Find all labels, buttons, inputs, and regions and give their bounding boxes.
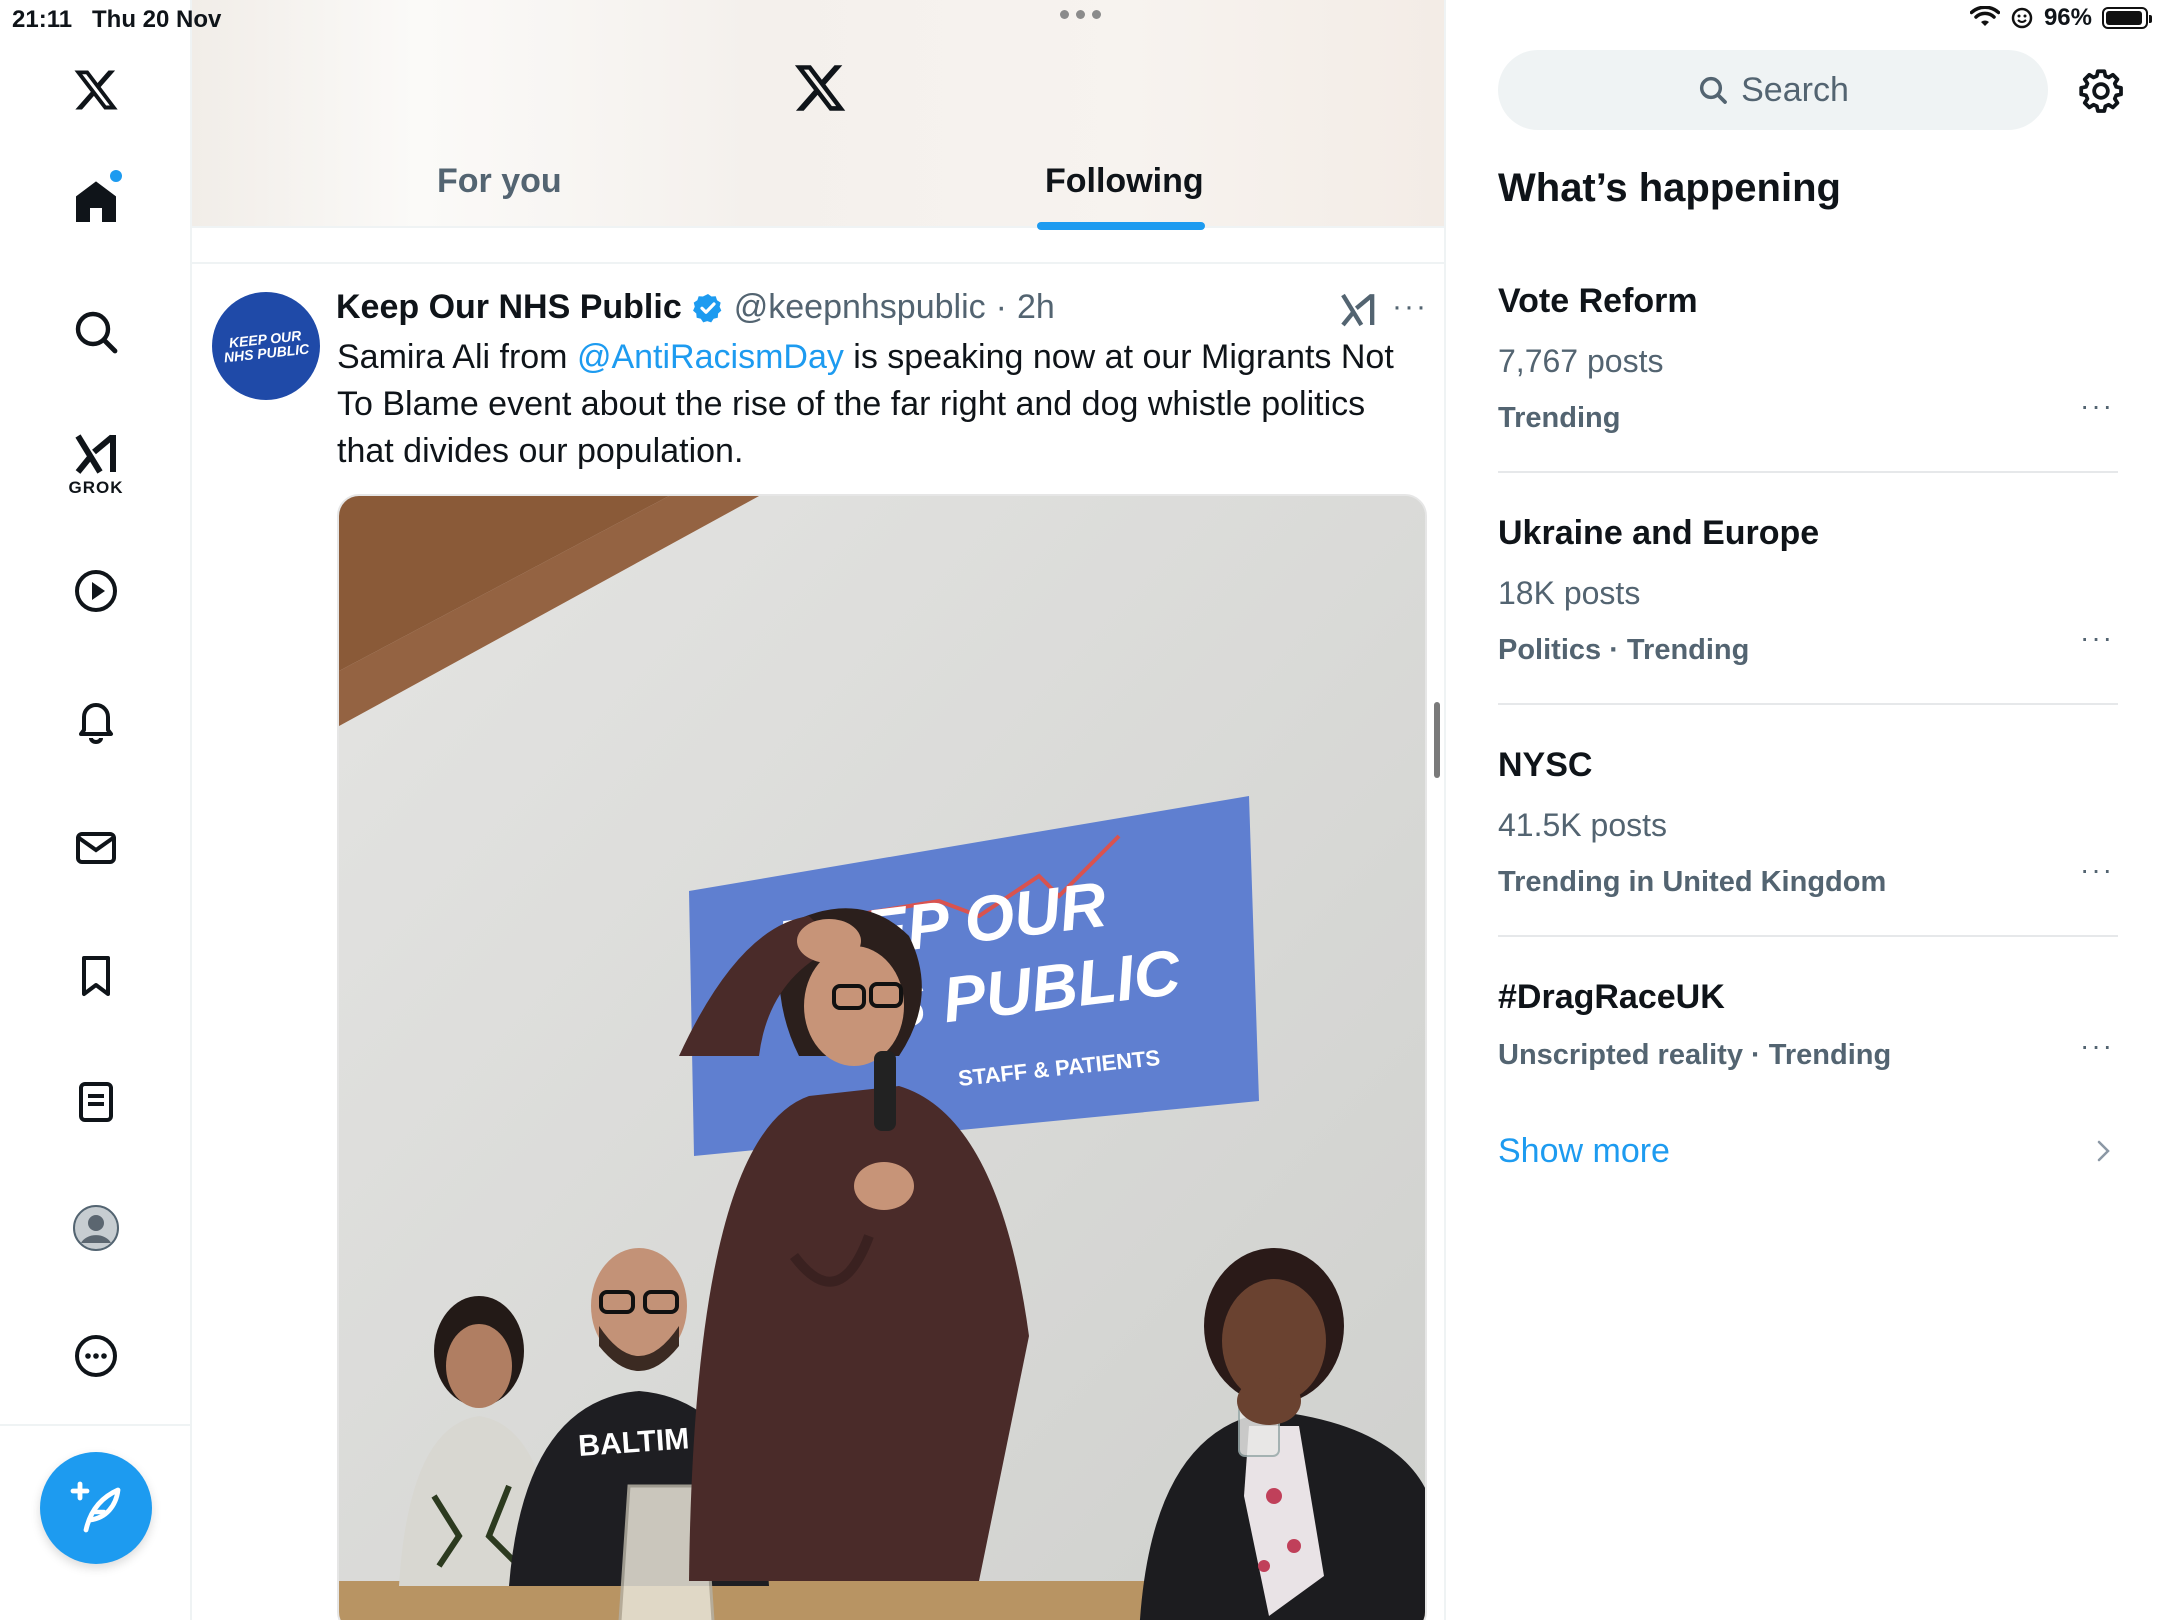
notifications-bell-icon[interactable] [60,684,132,756]
compose-feather-plus-icon [70,1481,121,1533]
status-bar: 21:11 Thu 20 Nov 96% [0,0,2160,40]
tweet-more-options-icon[interactable]: ··· [1392,290,1428,324]
lists-icon[interactable] [60,1066,132,1138]
trend-divider [1498,703,2118,705]
trend-more-icon[interactable]: ··· [2080,854,2114,886]
chevron-right-icon [2097,1140,2110,1162]
video-play-icon[interactable] [60,555,132,627]
home-notification-dot [110,170,122,182]
home-icon[interactable] [60,166,132,238]
tweet-text-start: Samira Ali from [337,338,577,376]
trend-post-count: 7,767 posts [1498,343,1664,379]
trend-divider [1498,935,2118,937]
tweet-photo[interactable]: KEEP OUR NHS PUBLIC STAFF & PATIENTS BAL… [337,494,1427,1620]
meta-separator: · [995,288,1007,326]
tweet-text: Samira Ali from @AntiRacismDay is speaki… [337,334,1397,475]
search-input[interactable]: Search [1498,50,2048,130]
wifi-icon [1969,6,2000,26]
trend-post-count: 18K posts [1498,575,1641,611]
trend-title: NYSC [1498,746,1593,784]
scrollbar-thumb[interactable] [1434,702,1440,778]
search-icon [1700,76,1727,104]
trend-item[interactable]: Ukraine and Europe 18K posts Politics · … [1498,514,2118,667]
trend-context: Trending [1498,402,1621,434]
author-handle[interactable]: @keepnhspublic [734,288,986,327]
battery-icon [2102,7,2152,29]
settings-gear-icon[interactable] [2076,66,2126,116]
trend-title: Vote Reform [1498,282,1698,320]
mention-link[interactable]: @AntiRacismDay [577,338,844,376]
trend-post-count: 41.5K posts [1498,807,1667,843]
trend-more-icon[interactable]: ··· [2080,1030,2114,1062]
author-name[interactable]: Keep Our NHS Public [336,288,682,327]
messages-envelope-icon[interactable] [60,812,132,884]
timeline-column: For you Following KEEP OUR NHS PUBLIC Ke… [192,0,1446,1620]
explore-search-icon[interactable] [60,296,132,368]
bookmarks-icon[interactable] [60,940,132,1012]
feed-separator [192,262,1444,264]
trend-more-icon[interactable]: ··· [2080,390,2114,422]
trend-title: Ukraine and Europe [1498,514,1820,552]
status-right: 96% [1969,4,2152,32]
tweet-header: Keep Our NHS Public @keepnhspublic · 2h [336,288,1055,327]
trend-item[interactable]: #DragRaceUK Unscripted reality · Trendin… [1498,978,2118,1072]
x-logo-icon[interactable] [60,54,132,126]
trend-item[interactable]: NYSC 41.5K posts Trending in United King… [1498,746,2118,899]
multitasking-dots-icon[interactable] [1060,10,1101,19]
profile-avatar-icon[interactable] [60,1192,132,1264]
trend-item[interactable]: Vote Reform 7,767 posts Trending ··· [1498,282,2118,435]
trend-divider [1498,471,2118,473]
tweet-timestamp[interactable]: 2h [1017,288,1055,327]
more-options-icon[interactable] [60,1320,132,1392]
whats-happening-title: What’s happening [1498,166,1841,210]
trend-context: Trending in United Kingdom [1498,866,1887,898]
status-time: 21:11 [12,6,73,33]
avatar-logo-text: KEEP OUR NHS PUBLIC [223,327,311,366]
nav-divider [0,1424,192,1426]
event-photo-illustration: KEEP OUR NHS PUBLIC STAFF & PATIENTS BAL… [339,496,1425,1620]
x-logo-icon[interactable] [792,60,848,116]
tab-for-you[interactable]: For you [437,162,562,201]
grok-explain-icon[interactable] [1338,290,1378,330]
battery-percent: 96% [2043,4,2092,31]
trend-title: #DragRaceUK [1498,978,1725,1016]
author-avatar[interactable]: KEEP OUR NHS PUBLIC [212,292,320,400]
tab-following[interactable]: Following [1045,162,1204,201]
status-date: Thu 20 Nov [92,6,222,33]
trend-context: Unscripted reality · Trending [1498,1039,1892,1071]
left-navigation: GROK [0,0,192,1620]
search-placeholder: Search [1741,70,1849,109]
compose-post-button[interactable] [40,1452,152,1564]
verified-badge-icon [692,293,722,322]
trend-more-icon[interactable]: ··· [2080,622,2114,654]
show-more-link[interactable]: Show more [1498,1132,1670,1171]
right-sidebar: Search What’s happening Vote Reform 7,76… [1446,0,2160,1620]
grok-label: GROK [68,478,124,497]
focus-mode-icon [2011,7,2033,29]
trend-context: Politics · Trending [1498,634,1750,666]
tab-selected-indicator [1037,222,1205,230]
